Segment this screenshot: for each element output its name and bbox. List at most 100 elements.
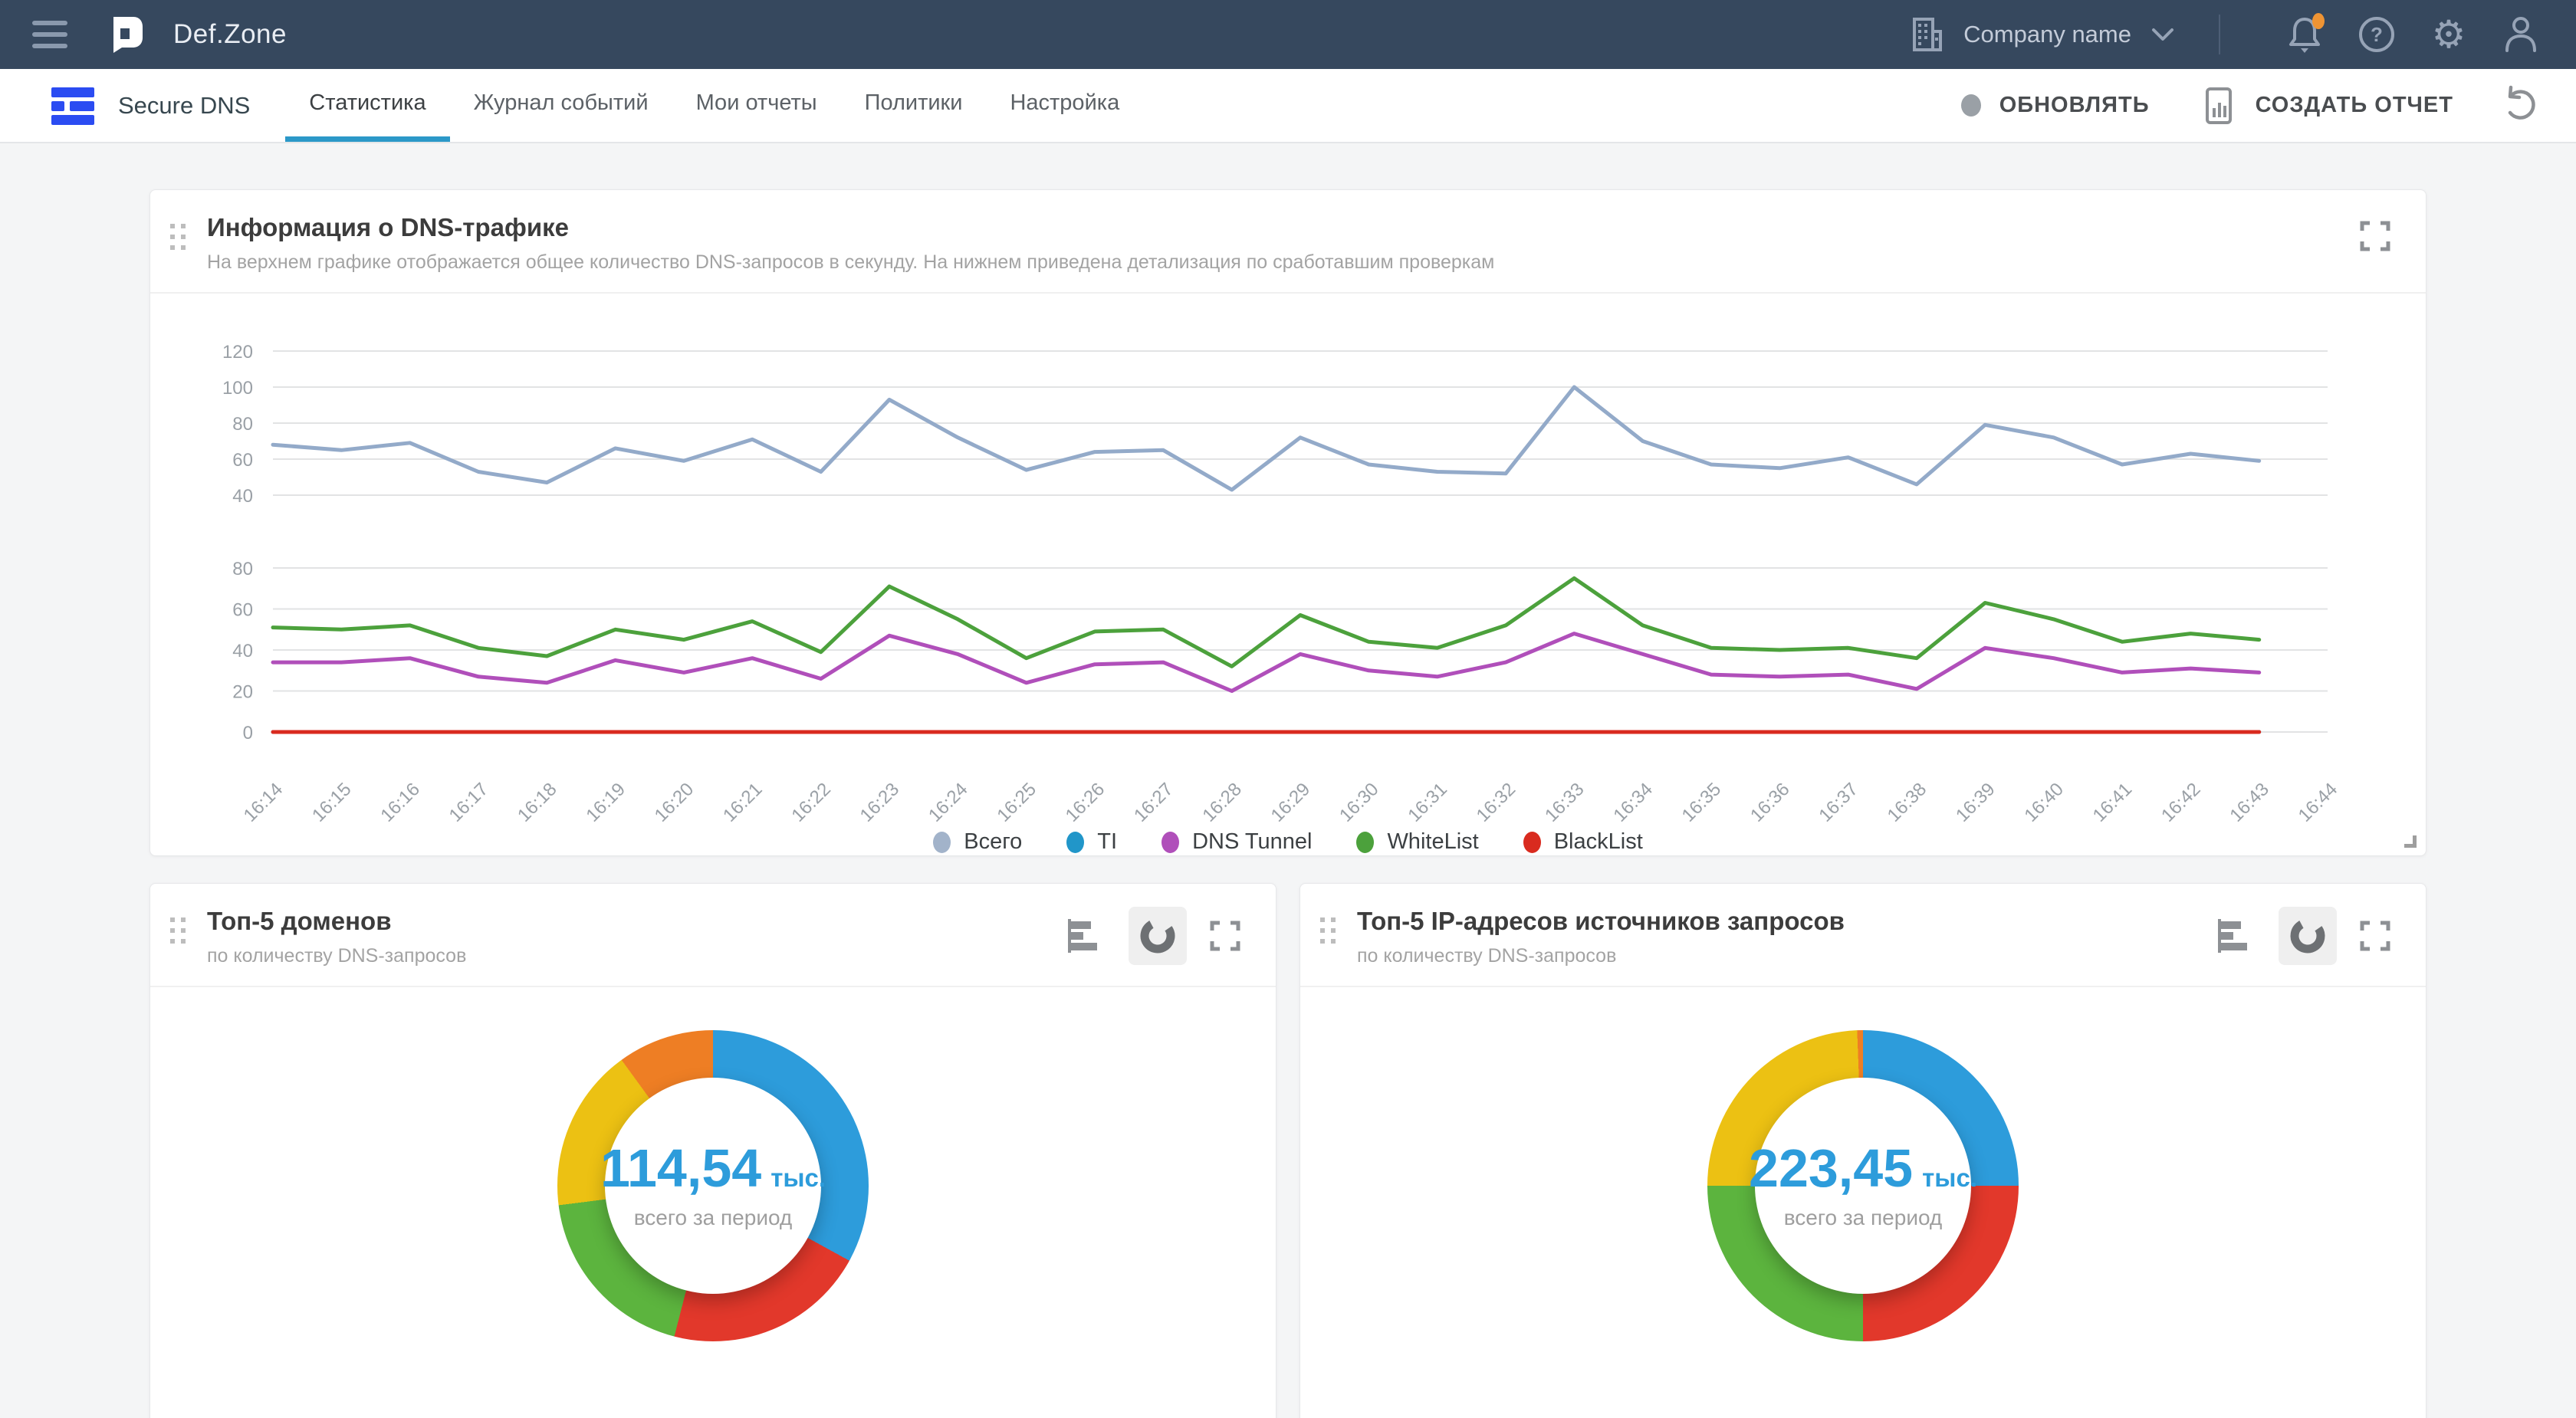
secure-dns-logo-icon — [51, 87, 95, 125]
svg-text:16:17: 16:17 — [445, 779, 493, 824]
svg-text:16:15: 16:15 — [308, 779, 356, 824]
expand-button[interactable] — [2352, 913, 2398, 959]
svg-text:16:36: 16:36 — [1746, 779, 1794, 824]
create-report-label: СОЗДАТЬ ОТЧЕТ — [2256, 93, 2453, 118]
top-domains-donut[interactable]: 114,54 тыс. всего за период — [557, 1030, 869, 1341]
building-icon — [1908, 15, 1945, 54]
top-domains-subtitle: по количеству DNS-запросов — [207, 945, 466, 967]
hamburger-menu-icon[interactable] — [32, 21, 67, 48]
legend-item-ti[interactable]: TI — [1066, 829, 1117, 855]
svg-text:?: ? — [2371, 23, 2383, 46]
tab-statistics[interactable]: Статистика — [285, 69, 449, 142]
main-content: Информация о DNS-трафике На верхнем граф… — [150, 189, 2426, 1418]
drag-handle-icon[interactable] — [1320, 917, 1337, 944]
donut-view-button[interactable] — [1129, 907, 1187, 965]
legend-item-dns-tunnel[interactable]: DNS Tunnel — [1162, 829, 1312, 855]
svg-text:16:40: 16:40 — [2020, 779, 2068, 824]
undo-button[interactable] — [2499, 84, 2539, 127]
top-ips-caption: всего за период — [1784, 1206, 1943, 1230]
svg-text:16:24: 16:24 — [925, 779, 972, 824]
defzone-logo-icon — [109, 15, 144, 54]
traffic-chart[interactable]: 12010080604080604020016:1416:1516:1616:1… — [150, 294, 2426, 828]
bar-chart-icon — [1063, 914, 1106, 957]
svg-text:0: 0 — [243, 723, 253, 743]
resize-handle[interactable] — [2404, 835, 2417, 848]
tab-settings[interactable]: Настройка — [986, 69, 1143, 142]
profile-button[interactable] — [2498, 11, 2544, 57]
top-ips-donut[interactable]: 223,45 тыс. всего за период — [1707, 1030, 2019, 1341]
donut-center: 114,54 тыс. всего за период — [605, 1078, 821, 1294]
product-label: Secure DNS — [118, 92, 250, 120]
svg-text:16:23: 16:23 — [856, 779, 904, 824]
expand-icon — [2358, 218, 2393, 254]
legend-item-total[interactable]: Всего — [933, 829, 1022, 855]
svg-text:16:29: 16:29 — [1267, 779, 1315, 824]
navbar: Secure DNS Статистика Журнал событий Мои… — [0, 69, 2576, 143]
bar-view-button[interactable] — [1055, 907, 1113, 965]
legend-dot — [1162, 832, 1179, 853]
top-domains-caption: всего за период — [634, 1206, 793, 1230]
svg-text:16:41: 16:41 — [2089, 779, 2137, 824]
svg-text:16:19: 16:19 — [582, 779, 629, 824]
legend-dot — [933, 832, 951, 853]
svg-text:16:25: 16:25 — [993, 779, 1040, 824]
expand-icon — [1208, 918, 1243, 954]
svg-text:16:42: 16:42 — [2157, 779, 2205, 824]
expand-button[interactable] — [2352, 213, 2398, 259]
svg-text:16:27: 16:27 — [1130, 779, 1178, 824]
svg-text:16:33: 16:33 — [1541, 779, 1589, 824]
svg-text:120: 120 — [222, 342, 253, 363]
gear-icon: ⚙ — [2432, 15, 2466, 54]
brand-name: Def.Zone — [173, 19, 287, 50]
notification-badge — [2312, 13, 2325, 29]
settings-button[interactable]: ⚙ — [2426, 11, 2472, 57]
refresh-status-icon — [1961, 94, 1981, 117]
legend-item-whitelist[interactable]: WhiteList — [1356, 829, 1478, 855]
auto-refresh-button[interactable]: ОБНОВЛЯТЬ — [1961, 93, 2150, 118]
bar-chart-icon — [2213, 914, 2256, 957]
top-ips-card: Топ-5 IP-адресов источников запросов по … — [1300, 883, 2426, 1418]
topbar-divider — [2219, 15, 2220, 54]
svg-text:100: 100 — [222, 378, 253, 399]
top-ips-total: 223,45 — [1749, 1141, 1913, 1195]
refresh-label: ОБНОВЛЯТЬ — [1999, 93, 2150, 118]
expand-button[interactable] — [1202, 913, 1248, 959]
person-icon — [2501, 14, 2541, 55]
svg-text:16:20: 16:20 — [651, 779, 698, 824]
company-name: Company name — [1963, 21, 2131, 48]
top-domains-card: Топ-5 доменов по количеству DNS-запросов — [150, 883, 1276, 1418]
drag-handle-icon[interactable] — [170, 224, 187, 250]
notifications-button[interactable] — [2282, 11, 2328, 57]
top-domains-title: Топ-5 доменов — [207, 907, 466, 936]
donut-chart-icon — [1136, 914, 1179, 957]
bar-view-button[interactable] — [2205, 907, 2263, 965]
undo-icon — [2499, 84, 2539, 123]
svg-text:16:14: 16:14 — [240, 779, 288, 824]
donut-center: 223,45 тыс. всего за период — [1755, 1078, 1971, 1294]
svg-text:60: 60 — [232, 600, 253, 621]
chevron-down-icon — [2150, 25, 2176, 44]
svg-text:16:43: 16:43 — [2226, 779, 2273, 824]
tab-event-log[interactable]: Журнал событий — [450, 69, 672, 142]
donut-view-button[interactable] — [2279, 907, 2337, 965]
donut-chart-icon — [2286, 914, 2329, 957]
drag-handle-icon[interactable] — [170, 917, 187, 944]
top-ips-title: Топ-5 IP-адресов источников запросов — [1357, 907, 1845, 936]
svg-text:40: 40 — [232, 641, 253, 661]
svg-text:16:31: 16:31 — [1404, 779, 1451, 824]
svg-text:80: 80 — [232, 414, 253, 435]
tab-my-reports[interactable]: Мои отчеты — [672, 69, 841, 142]
dns-traffic-card: Информация о DNS-трафике На верхнем граф… — [150, 189, 2426, 856]
svg-text:16:32: 16:32 — [1473, 779, 1520, 824]
top-ips-subtitle: по количеству DNS-запросов — [1357, 945, 1845, 967]
svg-text:16:39: 16:39 — [1952, 779, 1999, 824]
company-selector[interactable]: Company name — [1908, 15, 2176, 54]
help-button[interactable]: ? — [2354, 11, 2400, 57]
create-report-button[interactable]: СОЗДАТЬ ОТЧЕТ — [2200, 87, 2453, 125]
tab-policies[interactable]: Политики — [841, 69, 987, 142]
traffic-legend: Всего TI DNS Tunnel WhiteList BlackList — [150, 829, 2426, 855]
svg-text:16:21: 16:21 — [719, 779, 767, 824]
svg-text:16:44: 16:44 — [2295, 779, 2342, 824]
help-icon: ? — [2356, 14, 2397, 55]
legend-item-blacklist[interactable]: BlackList — [1523, 829, 1643, 855]
